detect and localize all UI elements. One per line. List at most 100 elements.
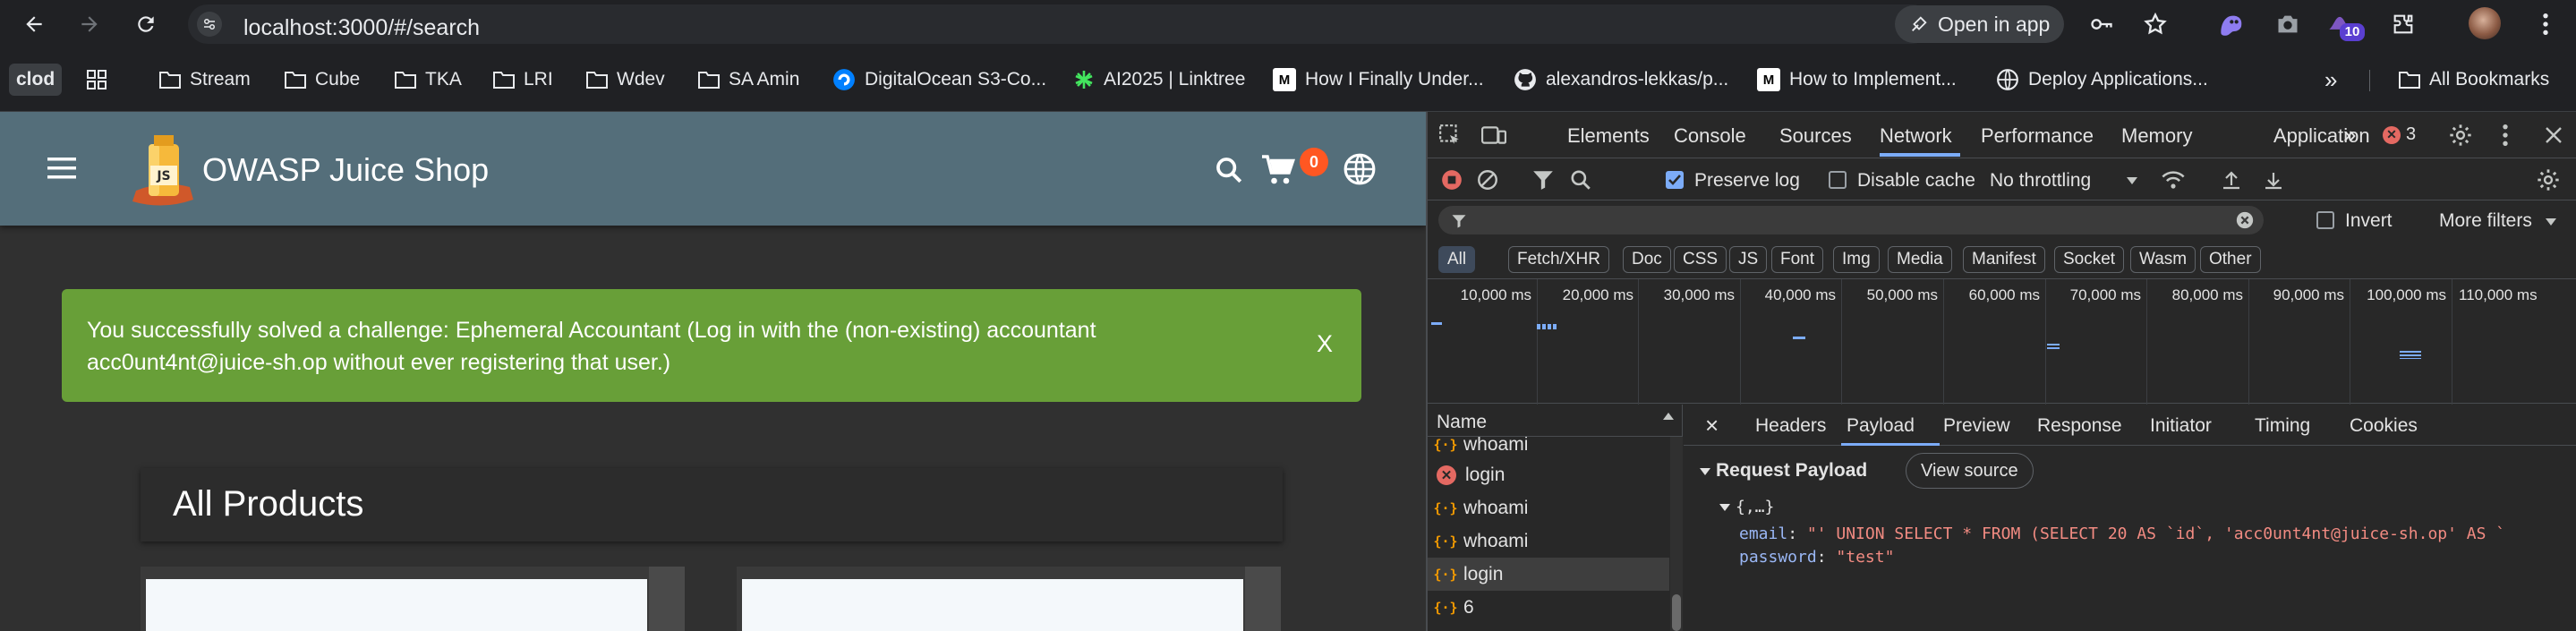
bookmark-item[interactable]: SA Amin bbox=[698, 64, 799, 96]
address-bar[interactable]: localhost:3000/#/search bbox=[188, 4, 1932, 44]
devtools-tab-performance[interactable]: Performance bbox=[1981, 124, 2094, 148]
request-row[interactable]: {·} 6 bbox=[1428, 591, 1669, 624]
network-timeline-overview[interactable]: 10,000 ms 20,000 ms 30,000 ms 40,000 ms … bbox=[1428, 278, 2576, 405]
throttling-select[interactable]: No throttling bbox=[1990, 170, 2091, 192]
preserve-log-checkbox[interactable] bbox=[1666, 171, 1684, 189]
devtools-tab-network[interactable]: Network bbox=[1880, 124, 1952, 148]
bookmark-item[interactable]: M How I Finally Under... bbox=[1273, 64, 1484, 96]
request-list-header-name[interactable]: Name bbox=[1428, 405, 1683, 437]
more-filters-dropdown-icon[interactable] bbox=[2545, 217, 2557, 226]
export-har-icon[interactable] bbox=[2260, 166, 2287, 193]
type-filter-manifest[interactable]: Manifest bbox=[1963, 246, 2045, 273]
shopping-cart-icon[interactable] bbox=[1260, 154, 1296, 186]
bookmark-item[interactable]: Deploy Applications... bbox=[1996, 64, 2208, 96]
bookmark-item[interactable]: LRI bbox=[493, 64, 553, 96]
detail-tab-timing[interactable]: Timing bbox=[2255, 415, 2310, 437]
request-row-selected[interactable]: {·} login bbox=[1428, 558, 1669, 591]
bookmark-item[interactable]: M How to Implement... bbox=[1757, 64, 1957, 96]
devtools-tab-sources[interactable]: Sources bbox=[1779, 124, 1852, 148]
clear-log-icon[interactable] bbox=[1474, 166, 1501, 193]
bookmark-item[interactable]: DigitalOcean S3-Co... bbox=[832, 64, 1046, 96]
product-image[interactable] bbox=[742, 579, 1243, 631]
bookmark-profile-chip[interactable]: clod bbox=[9, 64, 63, 96]
extensions-puzzle-icon[interactable] bbox=[2388, 9, 2418, 39]
type-filter-js[interactable]: JS bbox=[1729, 246, 1768, 273]
back-button[interactable] bbox=[18, 8, 50, 40]
devtools-tab-elements[interactable]: Elements bbox=[1567, 124, 1650, 148]
request-payload-heading[interactable]: Request Payload bbox=[1716, 460, 1867, 482]
detail-tab-initiator[interactable]: Initiator bbox=[2150, 415, 2212, 437]
request-row[interactable]: ✕ login bbox=[1428, 458, 1669, 491]
bookmark-item[interactable]: Stream bbox=[159, 64, 251, 96]
network-settings-gear-icon[interactable] bbox=[2535, 166, 2562, 193]
more-filters-button[interactable]: More filters bbox=[2439, 210, 2532, 232]
bookmark-item[interactable]: Cube bbox=[285, 64, 360, 96]
error-count-indicator[interactable]: ✕ 3 bbox=[2383, 124, 2416, 145]
filter-funnel-icon[interactable] bbox=[1530, 166, 1557, 193]
view-source-button[interactable]: View source bbox=[1906, 453, 2034, 489]
product-card[interactable] bbox=[141, 567, 685, 631]
devtools-tab-memory[interactable]: Memory bbox=[2121, 124, 2192, 148]
language-globe-icon[interactable] bbox=[1343, 152, 1377, 186]
network-conditions-icon[interactable] bbox=[2160, 166, 2187, 193]
product-card[interactable] bbox=[737, 567, 1281, 631]
url-text[interactable]: localhost:3000/#/search bbox=[243, 15, 480, 41]
payload-object-summary[interactable]: {,…} bbox=[1736, 498, 1774, 516]
bookmark-star-icon[interactable] bbox=[2140, 9, 2171, 39]
request-row[interactable]: {·} whoami bbox=[1428, 524, 1669, 558]
type-filter-socket[interactable]: Socket bbox=[2054, 246, 2125, 273]
request-list-scrollbar-thumb[interactable] bbox=[1672, 594, 1681, 631]
extension-ghost-icon[interactable] bbox=[2215, 9, 2246, 39]
payload-password-line[interactable]: password: "test" bbox=[1739, 548, 1894, 567]
bookmark-item[interactable]: AI2025 | Linktree bbox=[1073, 64, 1245, 96]
open-in-app-button[interactable]: Open in app bbox=[1895, 5, 2065, 43]
password-key-icon[interactable] bbox=[2086, 9, 2117, 39]
more-tabs-button[interactable]: » bbox=[2343, 121, 2356, 149]
request-row[interactable]: {·} whoami bbox=[1428, 437, 1669, 458]
throttling-dropdown-icon[interactable] bbox=[2126, 176, 2138, 185]
devtools-menu-icon[interactable] bbox=[2502, 123, 2509, 148]
detail-tab-cookies[interactable]: Cookies bbox=[2350, 415, 2418, 437]
settings-gear-icon[interactable] bbox=[2448, 123, 2473, 148]
import-har-icon[interactable] bbox=[2218, 166, 2245, 193]
type-filter-img[interactable]: Img bbox=[1833, 246, 1880, 273]
bookmark-item[interactable]: alexandros-lekkas/p... bbox=[1514, 64, 1728, 96]
request-list-scrollbar-track[interactable] bbox=[1670, 437, 1683, 631]
type-filter-css[interactable]: CSS bbox=[1674, 246, 1727, 273]
type-filter-fetch-xhr[interactable]: Fetch/XHR bbox=[1508, 246, 1609, 273]
type-filter-wasm[interactable]: Wasm bbox=[2130, 246, 2196, 273]
payload-email-line[interactable]: email: "' UNION SELECT * FROM (SELECT 20… bbox=[1739, 524, 2576, 543]
camera-icon[interactable] bbox=[2273, 9, 2303, 39]
profile-avatar[interactable] bbox=[2469, 7, 2501, 39]
invert-checkbox[interactable] bbox=[2316, 211, 2334, 229]
kebab-menu-icon[interactable] bbox=[2530, 9, 2561, 39]
close-detail-button[interactable]: × bbox=[1705, 412, 1719, 439]
type-filter-all[interactable]: All bbox=[1438, 246, 1476, 273]
inspect-element-icon[interactable] bbox=[1438, 124, 1462, 147]
type-filter-doc[interactable]: Doc bbox=[1623, 246, 1671, 273]
type-filter-media[interactable]: Media bbox=[1888, 246, 1952, 273]
type-filter-other[interactable]: Other bbox=[2200, 246, 2261, 273]
site-info-icon[interactable] bbox=[197, 12, 222, 37]
request-row[interactable]: {·} whoami bbox=[1428, 491, 1669, 524]
bookmark-item[interactable]: Wdev bbox=[586, 64, 665, 96]
device-toolbar-icon[interactable] bbox=[1481, 124, 1506, 147]
filter-input[interactable] bbox=[1438, 206, 2264, 234]
bookmark-item[interactable]: TKA bbox=[395, 64, 462, 96]
detail-tab-preview[interactable]: Preview bbox=[1943, 415, 2010, 437]
juice-shop-logo[interactable]: JS bbox=[127, 128, 200, 212]
record-stop-icon[interactable] bbox=[1438, 166, 1465, 193]
app-title[interactable]: OWASP Juice Shop bbox=[202, 151, 489, 189]
product-image[interactable] bbox=[146, 579, 647, 631]
hamburger-menu-icon[interactable] bbox=[47, 157, 76, 180]
apps-grid-icon[interactable] bbox=[86, 64, 107, 96]
reload-button[interactable] bbox=[130, 8, 162, 40]
more-bookmarks-button[interactable]: » bbox=[2324, 64, 2337, 96]
search-network-icon[interactable] bbox=[1567, 166, 1594, 193]
detail-tab-headers[interactable]: Headers bbox=[1755, 415, 1826, 437]
type-filter-font[interactable]: Font bbox=[1771, 246, 1824, 273]
detail-tab-response[interactable]: Response bbox=[2037, 415, 2122, 437]
forward-button[interactable] bbox=[73, 8, 106, 40]
devtools-tab-console[interactable]: Console bbox=[1674, 124, 1746, 148]
disable-cache-checkbox[interactable] bbox=[1829, 171, 1847, 189]
